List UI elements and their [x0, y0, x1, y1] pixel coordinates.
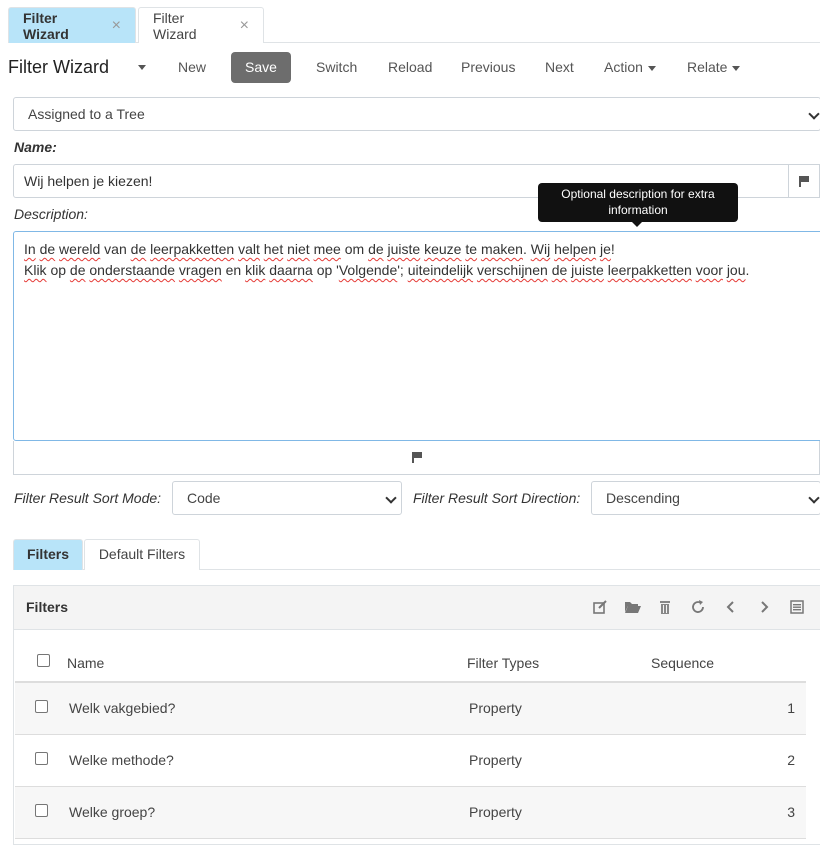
- close-icon[interactable]: ×: [112, 17, 121, 35]
- form-toolbar: Filter Wizard New Save Switch Reload Pre…: [0, 52, 820, 84]
- select-all-checkbox[interactable]: [37, 654, 50, 667]
- tab-default-filters[interactable]: Default Filters: [84, 539, 200, 570]
- sort-direction-select[interactable]: Descending: [591, 481, 820, 515]
- description-label: Description:: [14, 206, 88, 222]
- chevron-down-icon: [808, 108, 820, 120]
- reload-button[interactable]: Reload: [378, 52, 442, 83]
- chevron-left-icon[interactable]: [723, 599, 739, 615]
- chevron-right-icon[interactable]: [756, 599, 772, 615]
- tab-label: Filter Wizard: [23, 9, 69, 42]
- panel-header: Filters: [14, 586, 820, 630]
- tab-filter-wizard[interactable]: Filter Wizard ×: [138, 7, 264, 43]
- row-checkbox[interactable]: [35, 804, 48, 817]
- table-row[interactable]: Welke groep? Property 3: [15, 787, 806, 839]
- flag-icon: [799, 175, 809, 187]
- switch-button[interactable]: Switch: [306, 52, 367, 83]
- next-button[interactable]: Next: [535, 52, 584, 83]
- tab-filter-wizard-active[interactable]: Filter Wizard ×: [8, 7, 136, 43]
- document-tabs: Filter Wizard × Filter Wizard ×: [8, 7, 820, 43]
- row-name: Welke groep?: [69, 804, 156, 820]
- description-line-1: In de wereld van de leerpakketten valt h…: [24, 241, 615, 257]
- page-title: Filter Wizard: [8, 57, 110, 77]
- detail-tabs: Filters Default Filters: [13, 539, 820, 570]
- sort-mode-select[interactable]: Code: [172, 481, 402, 515]
- column-sequence[interactable]: Sequence: [651, 655, 714, 671]
- row-sequence: 2: [787, 752, 795, 768]
- edit-icon[interactable]: [592, 599, 608, 615]
- table-row[interactable]: Welke methode? Property 2: [15, 735, 806, 787]
- trash-icon[interactable]: [657, 599, 673, 615]
- column-filter-types[interactable]: Filter Types: [467, 655, 539, 671]
- tooltip-text: Optional description for extra informati…: [561, 187, 715, 217]
- description-textarea[interactable]: In de wereld van de leerpakketten valt h…: [13, 231, 820, 441]
- flag-icon: [411, 452, 422, 463]
- row-checkbox[interactable]: [35, 752, 48, 765]
- filter-type-select[interactable]: Assigned to a Tree: [13, 97, 820, 131]
- description-translate-button[interactable]: [13, 441, 820, 475]
- grid-header: Name Filter Types Sequence: [15, 646, 806, 683]
- chevron-down-icon: [808, 492, 820, 504]
- panel-title: Filters: [26, 599, 69, 615]
- save-button[interactable]: Save: [231, 52, 291, 83]
- row-checkbox[interactable]: [35, 700, 48, 713]
- relate-menu-button[interactable]: Relate: [677, 52, 750, 83]
- title-menu-caret-icon[interactable]: [138, 65, 146, 70]
- row-name: Welke methode?: [69, 752, 174, 768]
- new-button[interactable]: New: [168, 52, 216, 83]
- name-value: Wij helpen je kiezen!: [24, 173, 153, 189]
- folder-open-icon[interactable]: [624, 599, 642, 615]
- sort-direction-label: Filter Result Sort Direction:: [413, 490, 581, 506]
- sort-mode-label: Filter Result Sort Mode:: [14, 490, 162, 506]
- action-menu-button[interactable]: Action: [594, 52, 666, 83]
- action-label: Action: [604, 59, 643, 75]
- row-filter-type: Property: [469, 700, 522, 716]
- list-icon[interactable]: [789, 599, 805, 615]
- row-name: Welk vakgebied?: [69, 700, 176, 716]
- tab-filters[interactable]: Filters: [13, 539, 83, 570]
- description-line-2: Klik op de onderstaande vragen en klik d…: [24, 262, 750, 278]
- sort-mode-value: Code: [187, 490, 221, 506]
- table-row[interactable]: Welk vakgebied? Property 1: [15, 683, 806, 735]
- chevron-down-icon: [385, 492, 397, 504]
- row-sequence: 3: [787, 804, 795, 820]
- sort-direction-value: Descending: [606, 490, 680, 506]
- name-label: Name:: [14, 139, 57, 155]
- caret-down-icon: [647, 65, 656, 71]
- description-tooltip: Optional description for extra informati…: [538, 183, 738, 227]
- row-sequence: 1: [787, 700, 795, 716]
- close-icon[interactable]: ×: [240, 17, 249, 35]
- row-filter-type: Property: [469, 752, 522, 768]
- refresh-icon[interactable]: [690, 599, 706, 615]
- relate-label: Relate: [687, 59, 728, 75]
- column-name[interactable]: Name: [67, 655, 104, 671]
- translate-button[interactable]: [788, 164, 820, 198]
- tab-label: Filter Wizard: [153, 9, 197, 42]
- row-filter-type: Property: [469, 804, 522, 820]
- filter-type-value: Assigned to a Tree: [28, 106, 145, 122]
- caret-down-icon: [732, 65, 741, 71]
- previous-button[interactable]: Previous: [451, 52, 525, 83]
